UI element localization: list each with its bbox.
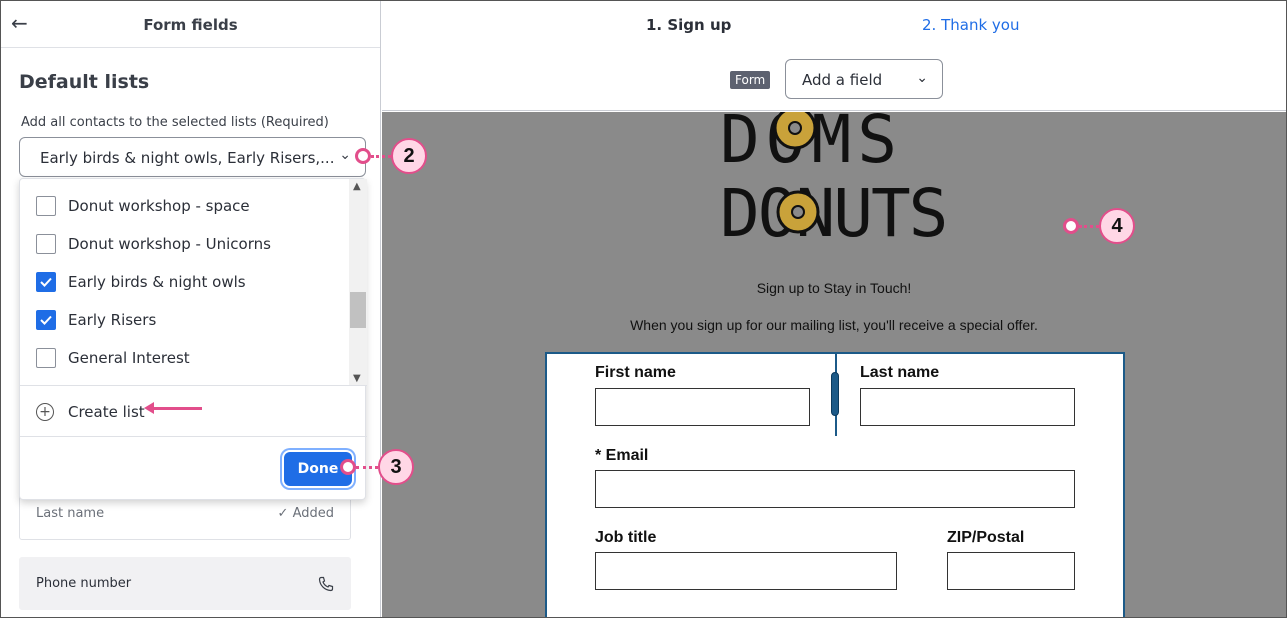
- panel-header: ← Form fields: [1, 1, 380, 48]
- step-sign-up[interactable]: 1. Sign up: [646, 16, 731, 34]
- doms-donuts-logo: DOMS DONUTS: [720, 112, 948, 250]
- zip-field[interactable]: [947, 552, 1075, 590]
- option-label: Donut workshop - space: [68, 197, 250, 215]
- arrow-annotation: [152, 407, 202, 410]
- signup-form: First name Last name * Email Job title Z…: [545, 352, 1125, 617]
- lists-select[interactable]: Early birds & night owls, Early Risers,.…: [19, 137, 366, 177]
- checkbox-checked[interactable]: [36, 272, 56, 292]
- list-option[interactable]: Donut workshop - space: [36, 194, 250, 218]
- callout-4: 4: [1099, 208, 1135, 244]
- checkbox[interactable]: [36, 196, 56, 216]
- last-name-field[interactable]: [860, 388, 1075, 426]
- scroll-down-icon[interactable]: ▼: [353, 373, 361, 384]
- job-title-field[interactable]: [595, 552, 897, 590]
- callout-4-line: [1079, 225, 1099, 228]
- add-field-label: Add a field: [802, 71, 883, 89]
- callout-2-line: [371, 155, 391, 158]
- callout-3-line: [356, 466, 378, 469]
- create-list-label: Create list: [68, 403, 145, 421]
- email-label: * Email: [595, 447, 649, 464]
- divider: [20, 436, 367, 437]
- field-label: Last name: [36, 506, 105, 521]
- lists-select-value: Early birds & night owls, Early Risers,.…: [40, 149, 335, 167]
- lists-options: Donut workshop - space Donut workshop - …: [20, 179, 367, 386]
- editor-header: 1. Sign up 2. Thank you Form Add a field…: [382, 1, 1286, 111]
- zip-label: ZIP/Postal: [947, 529, 1025, 546]
- callout-2-anchor: [355, 148, 371, 164]
- form-tag: Form: [730, 71, 771, 89]
- first-name-field[interactable]: [595, 388, 810, 426]
- form-subtext: When you sign up for our mailing list, y…: [630, 317, 1038, 333]
- email-field[interactable]: [595, 470, 1075, 508]
- scroll-up-icon[interactable]: ▲: [353, 181, 361, 192]
- list-option[interactable]: Early Risers: [36, 308, 156, 332]
- chevron-down-icon: ⌄: [916, 70, 928, 86]
- field-label: Phone number: [36, 576, 132, 591]
- list-option[interactable]: Donut workshop - Unicorns: [36, 232, 271, 256]
- lists-help-text: Add all contacts to the selected lists (…: [21, 115, 329, 130]
- scrollbar-thumb[interactable]: [350, 292, 366, 328]
- default-lists-title: Default lists: [19, 71, 150, 93]
- phone-icon: [318, 576, 334, 596]
- checkbox[interactable]: [36, 348, 56, 368]
- last-name-label: Last name: [860, 364, 940, 381]
- donut-hole: [791, 205, 805, 219]
- list-option[interactable]: General Interest: [36, 346, 190, 370]
- checkbox[interactable]: [36, 234, 56, 254]
- step-thank-you[interactable]: 2. Thank you: [922, 16, 1019, 34]
- option-label: Early Risers: [68, 311, 157, 329]
- callout-4-anchor: [1063, 218, 1079, 234]
- option-label: Early birds & night owls: [68, 273, 246, 291]
- scrollbar[interactable]: ▲ ▼: [349, 179, 367, 385]
- callout-3-anchor: [340, 459, 356, 475]
- checkbox-checked[interactable]: [36, 310, 56, 330]
- form-fields-panel: ← Form fields Default lists Add all cont…: [1, 1, 381, 617]
- chevron-down-icon: ⌄: [339, 147, 351, 163]
- add-field-select[interactable]: Add a field ⌄: [785, 59, 943, 99]
- lists-dropdown: Donut workshop - space Donut workshop - …: [19, 178, 367, 500]
- form-preview-canvas: DOMS DONUTS Sign up to Stay in Touch! Wh…: [382, 112, 1286, 617]
- form-editor: 1. Sign up 2. Thank you Form Add a field…: [382, 1, 1286, 617]
- field-card-phone-number[interactable]: Phone number: [19, 557, 351, 610]
- form-tagline: Sign up to Stay in Touch!: [756, 280, 912, 296]
- panel-title: Form fields: [143, 16, 238, 34]
- create-list-button[interactable]: + Create list: [36, 399, 145, 425]
- option-label: Donut workshop - Unicorns: [68, 235, 271, 253]
- logo-line-2: DONUTS: [720, 175, 946, 250]
- check-icon: [40, 277, 52, 287]
- donut-hole: [788, 121, 802, 135]
- first-name-label: First name: [595, 364, 676, 381]
- resize-handle[interactable]: [831, 372, 839, 416]
- list-option[interactable]: Early birds & night owls: [36, 270, 246, 294]
- plus-circle-icon: +: [36, 403, 54, 421]
- option-label: General Interest: [68, 349, 190, 367]
- callout-2: 2: [391, 138, 427, 174]
- callout-3: 3: [378, 449, 414, 485]
- field-status: ✓ Added: [277, 506, 334, 521]
- job-title-label: Job title: [595, 529, 657, 546]
- check-icon: [40, 315, 52, 325]
